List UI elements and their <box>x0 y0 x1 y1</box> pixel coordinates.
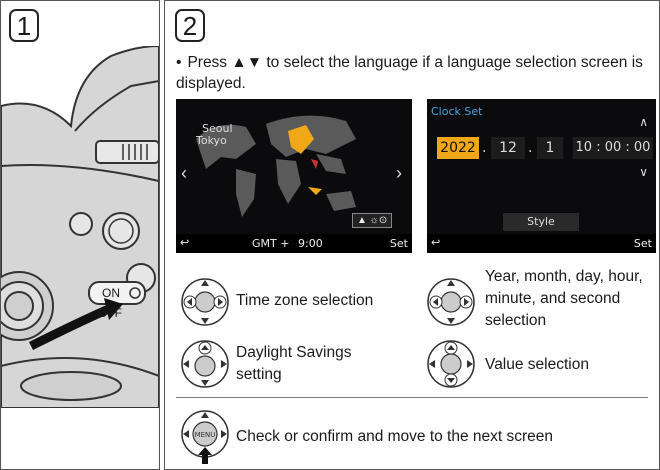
switch-off-label: OFF <box>98 306 122 320</box>
dial-up-down-icon <box>427 340 475 388</box>
world-time-screen: Seoul Tokyo ‹ › ▲ ☼⊙ ↩ GMT + 9:00 Set <box>176 99 412 253</box>
gmt-offset: 9:00 <box>298 237 323 250</box>
city-tokyo: Tokyo <box>196 134 227 147</box>
set-label[interactable]: Set <box>390 237 408 250</box>
dial-up-icon <box>181 340 229 388</box>
world-bottom-bar: ↩ GMT + 9:00 Set <box>176 234 412 253</box>
bullet: • <box>176 54 182 71</box>
dial-left-right-icon <box>427 278 475 326</box>
month-dot: . <box>528 140 533 156</box>
svg-text:MENU: MENU <box>195 431 216 439</box>
clock-set-screen: Clock Set ∧ 2022 . 12 . 1 10 : 00 : 00 ∨… <box>427 99 656 253</box>
year-field[interactable]: 2022 <box>437 137 479 159</box>
time-field[interactable]: 10 : 00 : 00 <box>573 137 653 159</box>
value-selection: Value selection <box>485 356 589 373</box>
chevron-left-icon[interactable]: ‹ <box>181 163 187 184</box>
daylight-savings-setting: Daylight Savings setting <box>236 344 352 383</box>
switch-on-label: ON <box>102 286 120 300</box>
back-icon[interactable]: ↩ <box>431 236 440 249</box>
step-1-number: 1 <box>9 9 39 42</box>
chevron-down-icon[interactable]: ∨ <box>639 165 648 179</box>
chevron-up-icon[interactable]: ∧ <box>639 115 648 129</box>
dial-left-right-icon <box>181 278 229 326</box>
month-field[interactable]: 12 <box>491 137 525 159</box>
instruction: Press ▲▼ to select the language if a lan… <box>176 54 643 92</box>
back-icon[interactable]: ↩ <box>180 236 189 249</box>
day-field[interactable]: 1 <box>537 137 563 159</box>
instruction-text: • Press ▲▼ to select the language if a la… <box>176 52 646 94</box>
camera-illustration <box>1 46 159 408</box>
step-2-number: 2 <box>175 9 205 42</box>
set-label[interactable]: Set <box>634 237 652 250</box>
year-dot: . <box>482 140 487 156</box>
clock-bottom-bar: ↩ Set <box>427 234 656 253</box>
confirm-next: Check or confirm and move to the next sc… <box>236 428 554 445</box>
gmt-label: GMT + <box>252 237 290 250</box>
menu-set-button-icon: MENU <box>181 410 229 464</box>
chevron-right-icon[interactable]: › <box>396 163 402 184</box>
divider <box>176 397 648 398</box>
ymd-selection: Year, month, day, hour, minute, and seco… <box>485 268 643 329</box>
time-zone-selection: Time zone selection <box>236 292 374 309</box>
style-button[interactable]: Style <box>503 213 579 231</box>
clock-set-title: Clock Set <box>431 105 483 118</box>
dst-badge[interactable]: ▲ ☼⊙ <box>352 213 393 228</box>
